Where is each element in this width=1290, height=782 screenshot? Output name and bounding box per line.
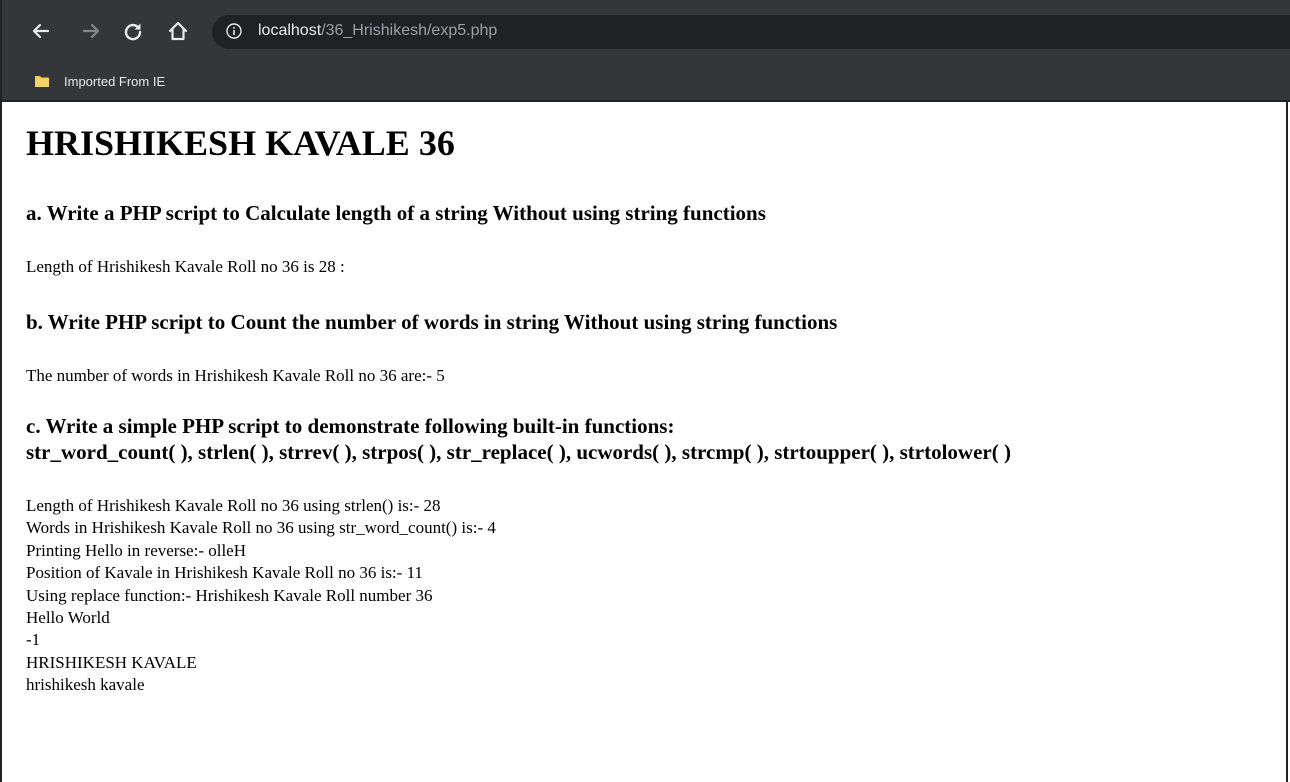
output-line: Using replace function:- Hrishikesh Kava… xyxy=(26,585,433,605)
section-c-heading-line2: str_word_count( ), strlen( ), strrev( ),… xyxy=(26,440,1011,464)
section-a-heading: a. Write a PHP script to Calculate lengt… xyxy=(26,201,766,225)
bookmarks-bar: Imported From IE xyxy=(2,62,1290,100)
output-line: -1 xyxy=(26,630,41,650)
home-icon[interactable] xyxy=(167,20,189,42)
section-b-heading: b. Write PHP script to Count the number … xyxy=(26,310,838,334)
section-a-output: Length of Hrishikesh Kavale Roll no 36 i… xyxy=(26,257,345,276)
address-bar[interactable]: localhost/36_Hrishikesh/exp5.php xyxy=(212,15,1290,49)
output-line: Printing Hello in reverse:- olleH xyxy=(26,540,247,560)
browser-window: localhost/36_Hrishikesh/exp5.php Importe… xyxy=(0,0,1290,782)
back-arrow-icon[interactable] xyxy=(30,20,52,42)
info-icon[interactable] xyxy=(226,23,242,39)
section-c-outputs: Length of Hrishikesh Kavale Roll no 36 u… xyxy=(26,495,1276,697)
url-path: /36_Hrishikesh/exp5.php xyxy=(321,22,498,39)
output-line: hrishikesh kavale xyxy=(26,675,145,695)
output-line: Hello World xyxy=(26,608,110,628)
output-line: Length of Hrishikesh Kavale Roll no 36 u… xyxy=(26,496,441,515)
page-title: HRISHIKESH KAVALE 36 xyxy=(26,123,455,163)
section-c-heading: c. Write a simple PHP script to demonstr… xyxy=(26,413,1276,465)
output-line: Words in Hrishikesh Kavale Roll no 36 us… xyxy=(26,518,496,538)
bookmark-folder-imported-from-ie[interactable]: Imported From IE xyxy=(34,71,165,91)
section-c-heading-line1: c. Write a simple PHP script to demonstr… xyxy=(26,414,675,438)
page-content: HRISHIKESH KAVALE 36 a. Write a PHP scri… xyxy=(26,102,1276,697)
section-b-output: The number of words in Hrishikesh Kavale… xyxy=(26,366,445,385)
bookmark-label: Imported From IE xyxy=(64,73,166,89)
output-line: HRISHIKESH KAVALE xyxy=(26,652,197,672)
url-text: localhost/36_Hrishikesh/exp5.php xyxy=(258,21,497,41)
browser-toolbar: localhost/36_Hrishikesh/exp5.php xyxy=(2,0,1290,62)
url-host: localhost xyxy=(258,22,322,39)
reload-icon[interactable] xyxy=(122,20,144,42)
forward-arrow-icon[interactable] xyxy=(80,20,102,42)
output-line: Position of Kavale in Hrishikesh Kavale … xyxy=(26,563,423,583)
folder-icon xyxy=(34,73,50,89)
